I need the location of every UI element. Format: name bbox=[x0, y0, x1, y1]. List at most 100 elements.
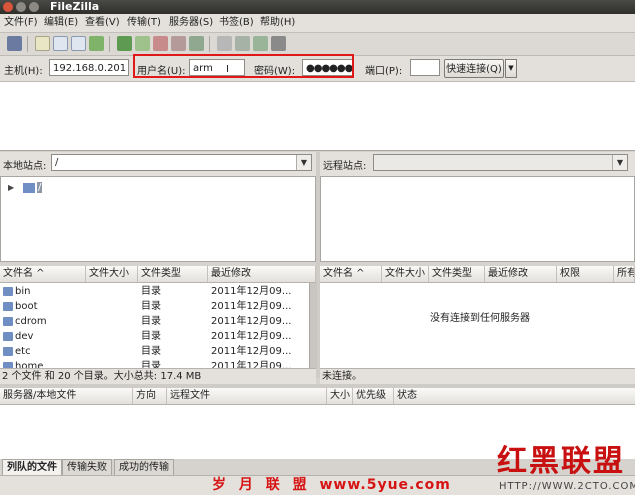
column-direction[interactable]: 方向 bbox=[133, 388, 167, 404]
column-filetype[interactable]: 文件类型 bbox=[138, 266, 208, 282]
column-status[interactable]: 状态 bbox=[394, 388, 494, 404]
column-size[interactable]: 大小 bbox=[327, 388, 353, 404]
menu-view[interactable]: 查看(V) bbox=[85, 16, 120, 30]
toolbar bbox=[0, 33, 635, 56]
site-manager-icon[interactable] bbox=[7, 36, 22, 51]
local-directory-tree[interactable]: ▶ / bbox=[0, 176, 316, 262]
folder-icon bbox=[3, 332, 13, 341]
file-type: 目录 bbox=[141, 286, 161, 297]
table-row[interactable]: etc 目录 2011年12月09... bbox=[0, 344, 310, 359]
watermark-left-name: 岁 月 联 盟 bbox=[212, 477, 311, 493]
file-modified: 2011年12月09... bbox=[211, 346, 292, 357]
file-name: home bbox=[15, 361, 44, 368]
local-path-value: / bbox=[55, 157, 59, 168]
local-file-list[interactable]: bin 目录 2011年12月09... boot 目录 2011年12月09.… bbox=[0, 283, 310, 368]
process-queue-icon[interactable] bbox=[135, 36, 150, 51]
compare-icon[interactable] bbox=[235, 36, 250, 51]
sync-browse-icon[interactable] bbox=[253, 36, 268, 51]
remote-directory-tree[interactable] bbox=[320, 176, 635, 262]
menu-help[interactable]: 帮助(H) bbox=[260, 16, 295, 30]
file-name: dev bbox=[15, 331, 34, 342]
toggle-log-icon[interactable] bbox=[35, 36, 50, 51]
file-name: bin bbox=[15, 286, 31, 297]
file-type: 目录 bbox=[141, 316, 161, 327]
table-row[interactable]: dev 目录 2011年12月09... bbox=[0, 329, 310, 344]
file-modified: 2011年12月09... bbox=[211, 286, 292, 297]
reconnect-icon[interactable] bbox=[189, 36, 204, 51]
column-filename[interactable]: 文件名 ^ bbox=[320, 266, 382, 282]
tree-root-label[interactable]: / bbox=[37, 182, 43, 193]
folder-icon bbox=[3, 317, 13, 326]
column-owner[interactable]: 所有 bbox=[614, 266, 635, 282]
local-list-header: 文件名 ^ 文件大小 文件类型 最近修改 bbox=[0, 266, 316, 283]
file-type: 目录 bbox=[141, 361, 161, 368]
search-icon[interactable] bbox=[271, 36, 286, 51]
chevron-down-icon[interactable]: ▼ bbox=[296, 155, 311, 170]
table-row[interactable]: bin 目录 2011年12月09... bbox=[0, 284, 310, 299]
file-type: 目录 bbox=[141, 331, 161, 342]
tab-queued-files[interactable]: 列队的文件 bbox=[2, 459, 62, 475]
local-scrollbar[interactable] bbox=[309, 283, 317, 368]
table-row[interactable]: cdrom 目录 2011年12月09... bbox=[0, 314, 310, 329]
menu-edit[interactable]: 编辑(E) bbox=[44, 16, 78, 30]
folder-icon bbox=[3, 302, 13, 311]
host-label: 主机(H): bbox=[4, 66, 43, 77]
close-icon[interactable] bbox=[3, 2, 13, 12]
minimize-icon[interactable] bbox=[16, 2, 26, 12]
file-modified: 2011年12月09... bbox=[211, 301, 292, 312]
file-modified: 2011年12月09... bbox=[211, 316, 292, 327]
file-name: boot bbox=[15, 301, 38, 312]
file-type: 目录 bbox=[141, 301, 161, 312]
column-remote-file[interactable]: 远程文件 bbox=[167, 388, 327, 404]
remote-path-combo[interactable]: ▼ bbox=[373, 154, 628, 171]
table-row[interactable]: boot 目录 2011年12月09... bbox=[0, 299, 310, 314]
chevron-down-icon[interactable]: ▼ bbox=[612, 155, 627, 170]
tab-successful-transfers[interactable]: 成功的传输 bbox=[114, 459, 174, 475]
file-modified: 2011年12月09... bbox=[211, 361, 292, 368]
watermark-left-url: www.5yue.com bbox=[319, 477, 451, 493]
file-name: etc bbox=[15, 346, 31, 357]
queue-header: 服务器/本地文件 方向 远程文件 大小 优先级 状态 bbox=[0, 388, 635, 405]
column-filesize[interactable]: 文件大小 bbox=[86, 266, 138, 282]
column-filetype[interactable]: 文件类型 bbox=[429, 266, 485, 282]
column-filename[interactable]: 文件名 ^ bbox=[0, 266, 86, 282]
toolbar-separator bbox=[109, 36, 110, 52]
disconnect-icon[interactable] bbox=[171, 36, 186, 51]
quickconnect-dropdown[interactable]: ▼ bbox=[505, 59, 517, 78]
toggle-queue-icon[interactable] bbox=[89, 36, 104, 51]
remote-file-list[interactable]: 没有连接到任何服务器 bbox=[320, 283, 635, 368]
menu-server[interactable]: 服务器(S) bbox=[169, 16, 213, 30]
maximize-icon[interactable] bbox=[29, 2, 39, 12]
file-type: 目录 bbox=[141, 346, 161, 357]
column-permissions[interactable]: 权限 bbox=[557, 266, 614, 282]
remote-site-label: 远程站点: bbox=[323, 161, 367, 172]
file-modified: 2011年12月09... bbox=[211, 331, 292, 342]
column-modified[interactable]: 最近修改 bbox=[208, 266, 316, 282]
quickconnect-button[interactable]: 快速连接(Q) bbox=[444, 59, 504, 78]
filter-icon[interactable] bbox=[217, 36, 232, 51]
local-path-combo[interactable]: / ▼ bbox=[51, 154, 312, 171]
column-modified[interactable]: 最近修改 bbox=[485, 266, 557, 282]
column-priority[interactable]: 优先级 bbox=[353, 388, 394, 404]
remote-list-header: 文件名 ^ 文件大小 文件类型 最近修改 权限 所有 bbox=[320, 266, 635, 283]
menu-transfer[interactable]: 传输(T) bbox=[127, 16, 161, 30]
table-row[interactable]: home 目录 2011年12月09... bbox=[0, 359, 310, 368]
port-input[interactable] bbox=[410, 59, 440, 76]
tab-failed-transfers[interactable]: 传输失败 bbox=[62, 459, 112, 475]
local-status-text: 2 个文件 和 20 个目录。大小总共: 17.4 MB bbox=[0, 368, 316, 384]
column-server-local-file[interactable]: 服务器/本地文件 bbox=[0, 388, 133, 404]
folder-icon bbox=[3, 287, 13, 296]
toggle-local-tree-icon[interactable] bbox=[53, 36, 68, 51]
expand-arrow-icon[interactable]: ▶ bbox=[8, 183, 14, 192]
refresh-icon[interactable] bbox=[117, 36, 132, 51]
remote-site-bar: 远程站点: ▼ bbox=[320, 152, 635, 176]
menu-bookmarks[interactable]: 书签(B) bbox=[219, 16, 254, 30]
host-input[interactable]: 192.168.0.201 bbox=[49, 59, 129, 76]
toggle-remote-tree-icon[interactable] bbox=[71, 36, 86, 51]
folder-icon bbox=[23, 183, 35, 193]
port-label: 端口(P): bbox=[365, 66, 403, 77]
watermark-right-logo: 红黑联盟 bbox=[497, 444, 625, 479]
cancel-icon[interactable] bbox=[153, 36, 168, 51]
column-filesize[interactable]: 文件大小 bbox=[382, 266, 429, 282]
menu-file[interactable]: 文件(F) bbox=[4, 16, 38, 30]
